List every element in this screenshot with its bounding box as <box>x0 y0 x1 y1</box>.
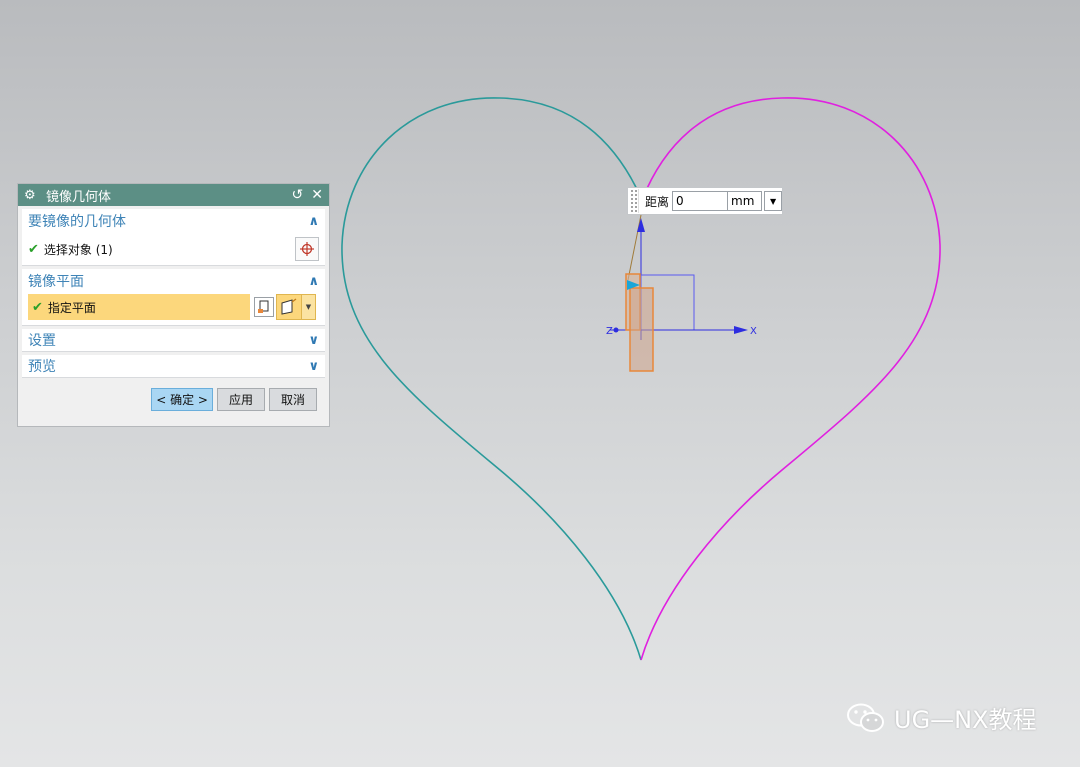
dialog-title-bar[interactable]: ⚙ 镜像几何体 ↺ ✕ <box>18 184 329 206</box>
close-icon[interactable]: ✕ <box>311 187 323 203</box>
reset-icon[interactable]: ↺ <box>292 187 304 203</box>
plane-dialog-button[interactable] <box>254 297 274 317</box>
gear-icon[interactable]: ⚙ <box>24 188 40 203</box>
distance-label: 距离 <box>645 194 670 209</box>
distance-input-box: 距离 0 mm ▼ <box>627 187 783 215</box>
vertical-arrow-head <box>637 218 645 232</box>
preview-section-header[interactable]: 预览 ∨ <box>22 355 325 377</box>
mirror-plane-preview[interactable] <box>629 287 654 372</box>
specify-plane-row: ✔ 指定平面 ▼ <box>22 293 325 325</box>
select-object-label: 选择对象 (1) <box>43 242 113 257</box>
settings-section[interactable]: 设置 ∨ <box>22 329 325 352</box>
unit-select[interactable]: mm <box>728 191 763 211</box>
mirror-heart-curve[interactable] <box>640 97 941 661</box>
geometry-section: 要镜像的几何体 ∧ ✔ 选择对象 (1) <box>22 209 325 266</box>
chevron-up-icon[interactable]: ∧ <box>308 274 319 289</box>
leader-line <box>627 214 642 281</box>
crosshair-icon <box>300 242 314 256</box>
chevron-up-icon[interactable]: ∧ <box>308 214 319 229</box>
chevron-down-icon[interactable]: ▼ <box>302 294 316 320</box>
check-icon: ✔ <box>32 299 43 315</box>
plane-section-header[interactable]: 镜像平面 ∧ <box>22 269 325 293</box>
apply-button[interactable]: 应用 <box>217 388 265 411</box>
plane-section-title: 镜像平面 <box>28 274 84 290</box>
preview-section[interactable]: 预览 ∨ <box>22 355 325 378</box>
drag-grip-handle[interactable] <box>630 189 639 213</box>
mirror-geometry-dialog: ⚙ 镜像几何体 ↺ ✕ 要镜像的几何体 ∧ ✔ 选择对象 (1) 镜像平面 ∧ <box>17 183 330 427</box>
geometry-section-header[interactable]: 要镜像的几何体 ∧ <box>22 209 325 233</box>
chevron-down-icon[interactable]: ▼ <box>764 191 783 211</box>
chevron-down-icon[interactable]: ∨ <box>308 359 319 374</box>
select-object-button[interactable] <box>295 237 319 261</box>
preview-section-title: 预览 <box>28 359 56 375</box>
watermark-text: UG—NX教程 <box>894 706 1037 734</box>
specify-plane-label: 指定平面 <box>47 300 96 315</box>
x-arrow-head <box>734 326 748 334</box>
inferred-plane-button[interactable] <box>276 294 302 320</box>
z-axis-label: Z <box>606 326 613 337</box>
chevron-down-icon[interactable]: ∨ <box>308 333 319 348</box>
original-heart-curve[interactable] <box>341 97 643 661</box>
plane-dialog-icon <box>258 300 269 313</box>
settings-section-header[interactable]: 设置 ∨ <box>22 329 325 351</box>
plane-icon <box>281 298 297 315</box>
cancel-button[interactable]: 取消 <box>269 388 317 411</box>
distance-input[interactable]: 0 <box>672 191 729 211</box>
dialog-footer: < 确定 > 应用 取消 <box>18 378 329 411</box>
ok-button[interactable]: < 确定 > <box>151 388 213 411</box>
plane-section: 镜像平面 ∧ ✔ 指定平面 ▼ <box>22 269 325 326</box>
x-axis-label: X <box>750 326 757 337</box>
select-object-row[interactable]: ✔ 选择对象 (1) <box>22 233 325 265</box>
specify-plane-field[interactable]: ✔ 指定平面 <box>28 294 250 320</box>
check-icon: ✔ <box>28 241 39 257</box>
wechat-icon <box>847 703 884 732</box>
geometry-section-title: 要镜像的几何体 <box>28 214 126 230</box>
z-axis-dot <box>613 327 619 333</box>
watermark: UG—NX教程 <box>846 700 1037 735</box>
dialog-title: 镜像几何体 <box>46 189 112 205</box>
settings-section-title: 设置 <box>28 333 56 349</box>
